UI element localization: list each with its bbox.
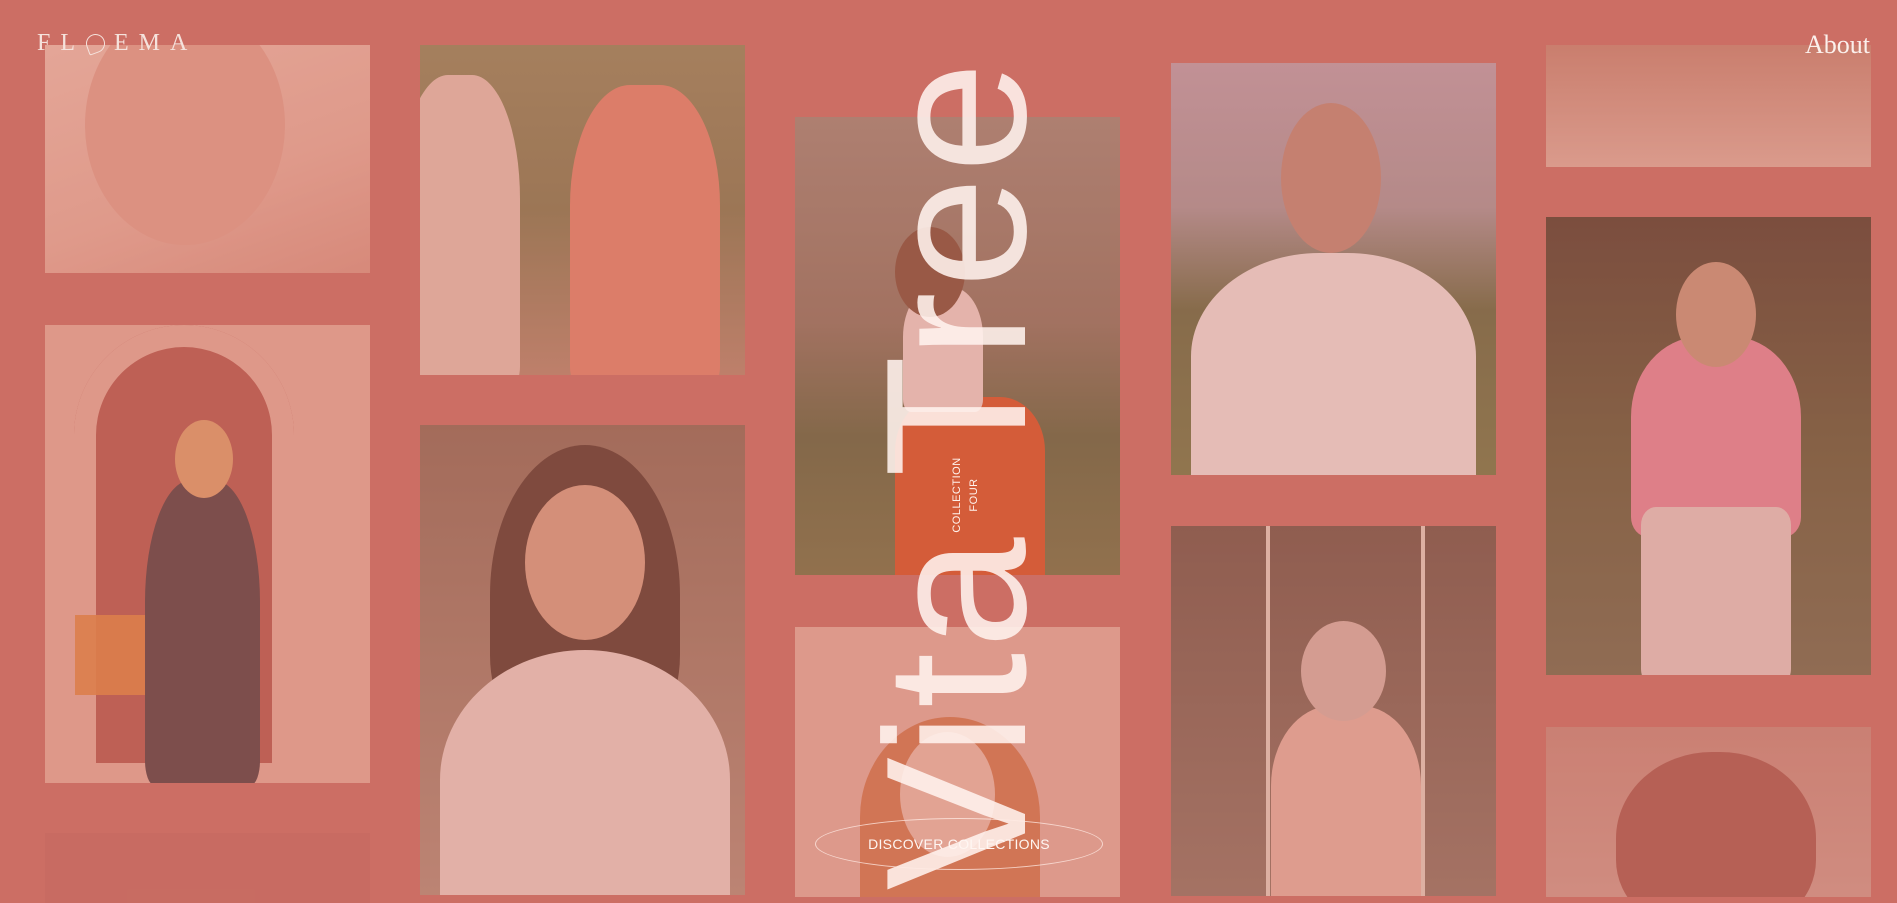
collection-number: FOUR (968, 478, 980, 512)
gallery-image-top-right[interactable] (1546, 45, 1871, 167)
gallery-image-shoulder[interactable] (45, 45, 370, 273)
gallery-image-dress[interactable] (420, 45, 745, 375)
gallery-image-white-tee[interactable] (1171, 63, 1496, 475)
gallery-image-arch[interactable] (45, 325, 370, 783)
discover-collections-button[interactable]: DISCOVER COLLECTIONS (815, 818, 1103, 870)
collection-subtitle: COLLECTION FOUR (949, 457, 983, 532)
gallery-image-bottom-left[interactable] (45, 833, 370, 903)
flower-icon (83, 31, 108, 56)
about-link[interactable]: About (1805, 30, 1870, 60)
brand-logo[interactable]: FL EMA (37, 30, 197, 57)
gallery-image-portrait[interactable] (420, 425, 745, 895)
gallery-image-pink-shirt[interactable] (1546, 217, 1871, 675)
logo-letters-left: FL (37, 30, 86, 56)
gallery-image-bottom-right[interactable] (1546, 727, 1871, 897)
gallery-image-swing[interactable] (1171, 526, 1496, 896)
collection-label: COLLECTION (951, 457, 963, 533)
logo-letters-right: EMA (114, 30, 198, 56)
